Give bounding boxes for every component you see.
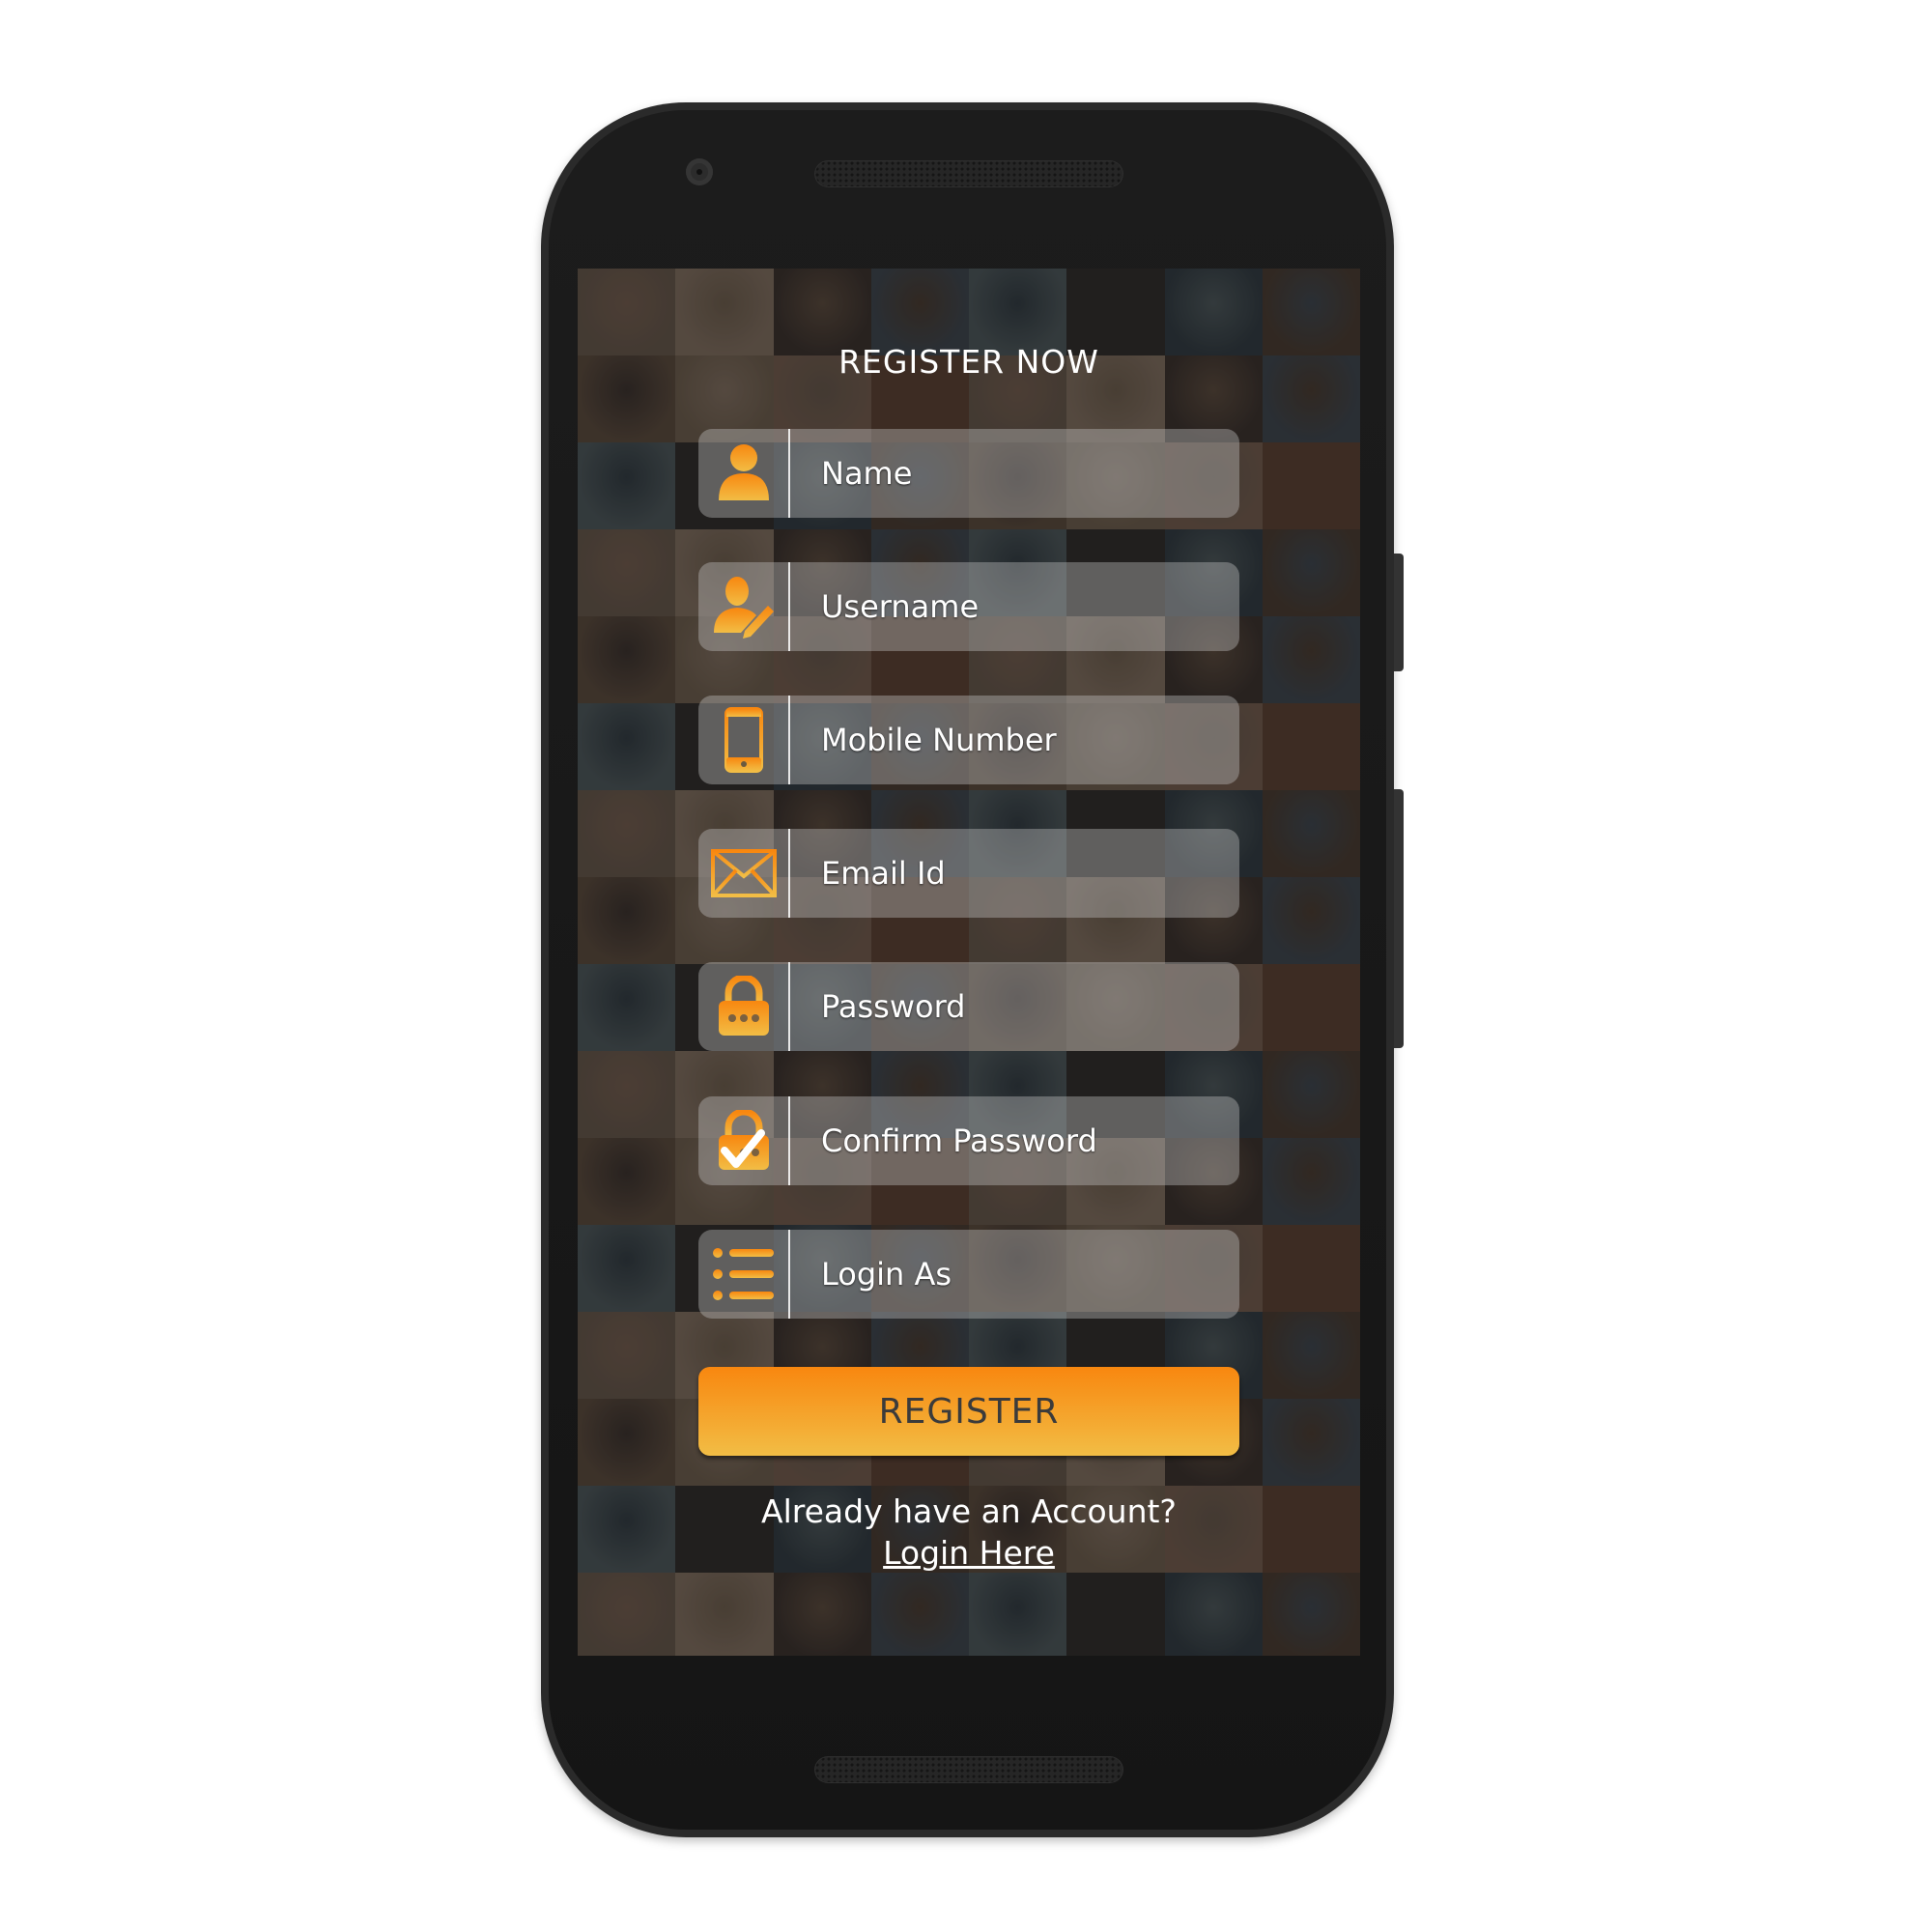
- login-link-row: Login Here: [578, 1534, 1360, 1572]
- confirm-password-field[interactable]: Confirm Password: [698, 1096, 1239, 1185]
- name-placeholder: Name: [821, 455, 913, 492]
- password-field[interactable]: Password: [698, 962, 1239, 1051]
- person-icon: [715, 442, 773, 504]
- email-placeholder: Email Id: [821, 855, 946, 892]
- username-placeholder: Username: [821, 588, 980, 625]
- mobile-phone-icon: [724, 707, 763, 773]
- lock-icon: [717, 976, 771, 1037]
- power-button: [1394, 554, 1404, 671]
- login-as-select[interactable]: Login As: [698, 1230, 1239, 1319]
- register-button[interactable]: REGISTER: [698, 1367, 1239, 1456]
- mobile-number-field[interactable]: Mobile Number: [698, 696, 1239, 784]
- lock-check-icon: [717, 1110, 771, 1172]
- login-as-placeholder: Login As: [821, 1256, 952, 1293]
- user-edit-icon: [712, 575, 776, 639]
- login-here-link[interactable]: Login Here: [883, 1534, 1055, 1572]
- username-field[interactable]: Username: [698, 562, 1239, 651]
- app-screen: REGISTER NOW Name Username Mobile Number…: [578, 269, 1360, 1656]
- name-field[interactable]: Name: [698, 429, 1239, 518]
- page-title: REGISTER NOW: [838, 343, 1099, 381]
- bottom-speaker: [814, 1756, 1123, 1783]
- top-speaker: [814, 160, 1123, 187]
- password-placeholder: Password: [821, 988, 966, 1025]
- front-camera: [686, 158, 713, 185]
- list-icon: [712, 1246, 776, 1302]
- envelope-icon: [710, 849, 777, 897]
- volume-button: [1394, 789, 1404, 1048]
- confirm-password-placeholder: Confirm Password: [821, 1122, 1097, 1159]
- mobile-number-placeholder: Mobile Number: [821, 722, 1057, 758]
- email-field[interactable]: Email Id: [698, 829, 1239, 918]
- already-have-account-text: Already have an Account?: [761, 1492, 1177, 1530]
